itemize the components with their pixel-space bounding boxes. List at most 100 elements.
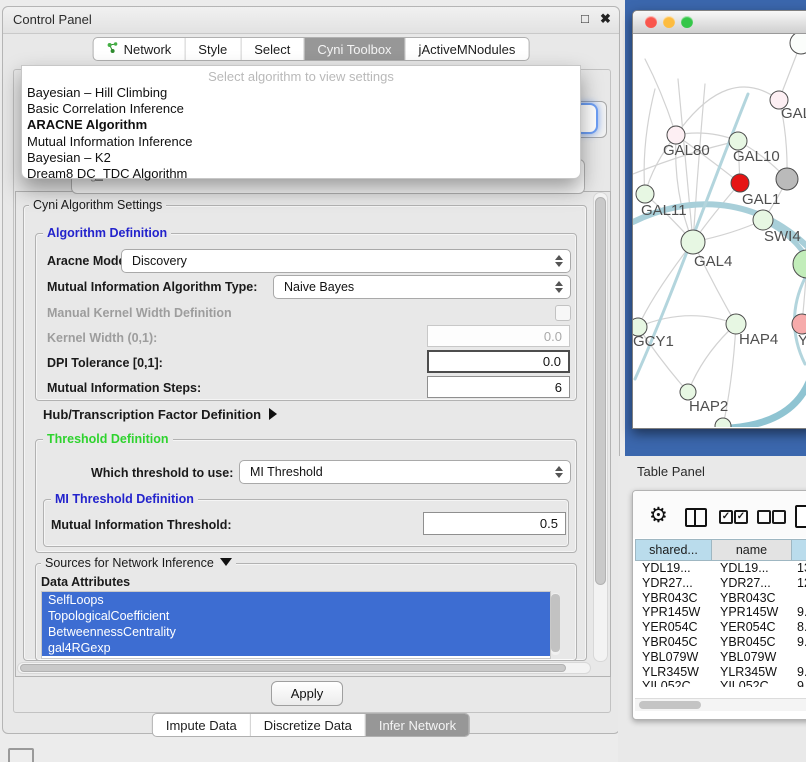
- apply-button[interactable]: Apply: [271, 681, 343, 706]
- which-threshold-combobox[interactable]: MI Threshold: [239, 460, 571, 484]
- float-window-icon[interactable]: □: [581, 11, 589, 26]
- table-row[interactable]: YBR043CYBR043C: [635, 591, 806, 606]
- zoom-traffic-light-icon[interactable]: [681, 16, 693, 28]
- network-edge[interactable]: [638, 316, 736, 327]
- algorithm-option[interactable]: Dream8 DC_TDC Algorithm: [22, 166, 580, 182]
- network-node-gal11[interactable]: [636, 185, 654, 203]
- select-all-icon[interactable]: ✓: [719, 510, 733, 524]
- table-row[interactable]: YER054CYER054C8.: [635, 620, 806, 635]
- table-cell: 9.: [792, 605, 806, 620]
- network-node[interactable]: [790, 34, 806, 54]
- tab-impute-data[interactable]: Impute Data: [153, 714, 250, 736]
- table-horizontal-scrollbar[interactable]: [635, 698, 806, 711]
- mi-threshold-field[interactable]: 0.5: [423, 512, 566, 535]
- kernel-width-label: Kernel Width (0,1):: [47, 331, 157, 345]
- sources-group-title: Sources for Network Inference: [45, 556, 214, 570]
- network-node-gal1[interactable]: [731, 174, 749, 192]
- minimize-traffic-light-icon[interactable]: [663, 16, 675, 28]
- mi-algorithm-type-combobox[interactable]: Naive Bayes: [273, 275, 571, 299]
- hub-definition-header[interactable]: Hub/Transcription Factor Definition: [43, 407, 277, 422]
- close-traffic-light-icon[interactable]: [645, 16, 657, 28]
- data-attribute-item[interactable]: BetweennessCentrality: [42, 624, 550, 640]
- table-row[interactable]: YPR145WYPR145W9.: [635, 605, 806, 620]
- dpi-tolerance-field[interactable]: 0.0: [427, 350, 570, 373]
- attributes-list-scrollbar[interactable]: [551, 593, 560, 655]
- combo-stepper-icon: [555, 281, 563, 293]
- table-row[interactable]: YBR045CYBR045C9.: [635, 635, 806, 650]
- column-header-shared[interactable]: shared...: [635, 539, 712, 561]
- tab-discretize-data[interactable]: Discretize Data: [250, 714, 365, 736]
- settings-vertical-scrollbar[interactable]: [593, 192, 608, 662]
- mi-steps-field[interactable]: 6: [427, 376, 570, 398]
- columns-icon[interactable]: [685, 508, 707, 527]
- network-node[interactable]: [793, 250, 806, 278]
- tab-label: Discretize Data: [264, 718, 352, 733]
- table-cell: YBL079W: [712, 650, 792, 665]
- tab-select[interactable]: Select: [240, 38, 303, 60]
- tab-infer-network[interactable]: Infer Network: [365, 714, 469, 736]
- algorithm-option[interactable]: Bayesian – Hill Climbing: [22, 85, 580, 101]
- data-attribute-item[interactable]: gal4RGexp: [42, 640, 550, 656]
- deselect-all-icon[interactable]: [757, 510, 771, 524]
- manual-kernel-width-checkbox[interactable]: [555, 305, 571, 321]
- column-header-a[interactable]: A: [792, 539, 806, 561]
- aracne-mode-combobox[interactable]: Discovery: [121, 249, 571, 273]
- tab-label: Impute Data: [166, 718, 237, 733]
- settings-vertical-scrollbar-thumb[interactable]: [595, 197, 606, 585]
- kernel-width-field[interactable]: 0.0: [427, 325, 570, 347]
- algorithm-option[interactable]: Bayesian – K2: [22, 150, 580, 166]
- document-icon[interactable]: [795, 505, 806, 528]
- collapsed-arrow-icon: [269, 408, 277, 420]
- network-canvas[interactable]: GALGAL80GAL10GAL1GAL11SWI4GAL4YGCY1HAP4H…: [633, 34, 806, 427]
- tab-style[interactable]: Style: [184, 38, 240, 60]
- algorithm-definition-title: Algorithm Definition: [43, 226, 171, 240]
- table-window: ⚙ ✓ ✓ shared...nameA YDL19...YDL19...13Y…: [632, 490, 806, 720]
- data-attribute-item[interactable]: TopologicalCoefficient: [42, 608, 550, 624]
- deselect-all-icon2[interactable]: [772, 510, 786, 524]
- network-node-label: GAL4: [694, 253, 732, 270]
- settings-horizontal-scrollbar[interactable]: [17, 662, 591, 674]
- network-node-swi4[interactable]: [753, 210, 773, 230]
- network-edge[interactable]: [731, 382, 806, 427]
- network-node-gal4[interactable]: [681, 230, 705, 254]
- network-edge[interactable]: [645, 59, 676, 135]
- algorithm-option[interactable]: Basic Correlation Inference: [22, 101, 580, 117]
- gear-icon[interactable]: ⚙: [649, 503, 668, 528]
- algorithm-option[interactable]: Mutual Information Inference: [22, 134, 580, 150]
- network-node[interactable]: [776, 168, 798, 190]
- data-attributes-list[interactable]: SelfLoopsTopologicalCoefficientBetweenne…: [41, 591, 551, 659]
- table-row[interactable]: YBL079WYBL079W: [635, 650, 806, 665]
- data-attribute-item[interactable]: SelfLoops: [42, 592, 550, 608]
- algorithm-option[interactable]: ARACNE Algorithm: [22, 117, 580, 133]
- close-window-icon[interactable]: ✖: [600, 11, 611, 27]
- tab-jactivemnodules[interactable]: jActiveMNodules: [405, 38, 529, 60]
- tab-cyni-toolbox[interactable]: Cyni Toolbox: [303, 38, 404, 60]
- mi-algorithm-type-value: Naive Bayes: [284, 280, 354, 294]
- table-horizontal-scrollbar-thumb[interactable]: [639, 701, 701, 709]
- sources-group-header[interactable]: Sources for Network Inference: [41, 556, 236, 570]
- settings-horizontal-scrollbar-thumb[interactable]: [20, 664, 566, 672]
- table-row[interactable]: YIL052CYIL052C9: [635, 679, 806, 687]
- attributes-list-scrollbar-thumb[interactable]: [551, 594, 560, 652]
- network-edge[interactable]: [688, 324, 736, 392]
- algorithm-dropdown-header: Select algorithm to view settings: [22, 68, 580, 85]
- select-all-icon2[interactable]: ✓: [734, 510, 748, 524]
- table-cell: YDR27...: [635, 576, 712, 591]
- table-cell: 9.: [792, 635, 806, 650]
- network-window-titlebar[interactable]: [633, 11, 806, 34]
- table-cell: YER054C: [635, 620, 712, 635]
- network-edge[interactable]: [644, 89, 655, 194]
- column-header-name[interactable]: name: [712, 539, 792, 561]
- network-edge[interactable]: [676, 87, 779, 135]
- table-row[interactable]: YDL19...YDL19...13: [635, 561, 806, 576]
- tab-network[interactable]: Network: [94, 38, 185, 60]
- table-panel-title: Table Panel: [637, 464, 705, 479]
- table-body: YDL19...YDL19...13YDR27...YDR27...12YBR0…: [635, 561, 806, 687]
- network-node[interactable]: [715, 418, 731, 427]
- table-row[interactable]: YLR345WYLR345W9.: [635, 665, 806, 680]
- network-view-window: GALGAL80GAL10GAL1GAL11SWI4GAL4YGCY1HAP4H…: [632, 10, 806, 429]
- table-cell: YDR27...: [712, 576, 792, 591]
- mi-threshold-value: 0.5: [540, 516, 558, 531]
- table-row[interactable]: YDR27...YDR27...12: [635, 576, 806, 591]
- minimized-palette-icon[interactable]: [8, 748, 34, 762]
